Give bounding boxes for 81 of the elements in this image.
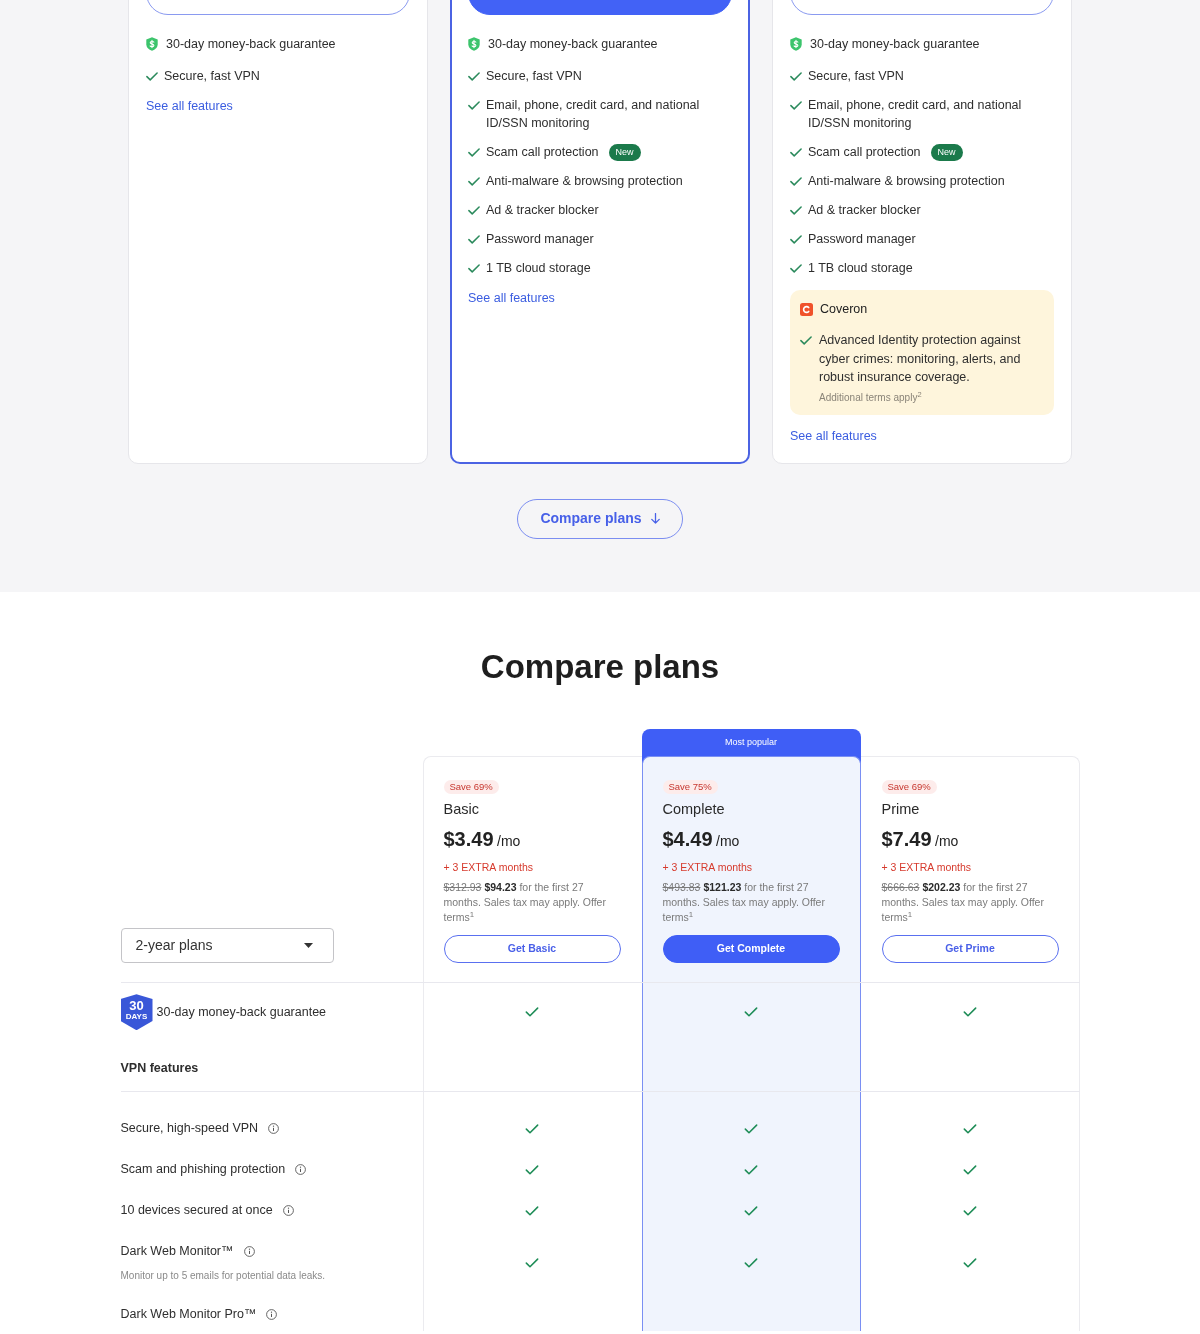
row-label: 10 devices secured at once (120, 1202, 273, 1220)
guarantee-text: 30-day money-back guarantee (166, 36, 336, 53)
period-select[interactable]: 2-year plans (120, 928, 334, 964)
info-icon[interactable] (268, 1123, 280, 1135)
see-all-features-link[interactable]: See all features (146, 97, 233, 115)
check-icon (468, 71, 480, 81)
shield-icon (468, 37, 480, 51)
check-icon (800, 335, 812, 345)
addon-name: Coveron (820, 301, 868, 318)
get-plan-button[interactable]: Get Complete (662, 935, 840, 964)
section-heading: VPN features (120, 1059, 200, 1077)
guarantee-text: 30-day money-back guarantee (810, 36, 980, 53)
see-all-features-link[interactable]: See all features (468, 289, 555, 307)
feature-text: 1 TB cloud storage (486, 260, 591, 277)
check-icon (790, 71, 802, 81)
check-icon (790, 100, 802, 110)
feature-text: Anti-malware & browsing protection (486, 173, 683, 190)
plan-price: $7.49 /mo (881, 827, 960, 853)
row-note: Monitor up to 5 emails for potential data leaks. (120, 1269, 327, 1284)
row-label: Dark Web Monitor™ (120, 1243, 234, 1261)
check-icon (790, 205, 802, 215)
check-icon (790, 147, 802, 157)
arrow-down-icon (650, 513, 660, 524)
extra-months-text: + 3 EXTRA months (662, 860, 754, 875)
check-icon (468, 234, 480, 244)
feature-text: Email, phone, credit card, and national ID/SSN monitoring (808, 97, 1023, 132)
new-badge: New (930, 143, 963, 161)
extra-months-text: + 3 EXTRA months (881, 860, 973, 875)
info-icon[interactable] (266, 1309, 278, 1321)
check-icon (468, 147, 480, 157)
shield-icon (790, 37, 802, 51)
new-badge: New (608, 143, 641, 161)
feature-text: Anti-malware & browsing protection (808, 173, 1005, 190)
row-label: 30-day money-back guarantee (156, 1003, 327, 1021)
feature-text: Secure, fast VPN (164, 68, 260, 85)
info-icon[interactable] (282, 1205, 294, 1217)
plan-name: Complete (662, 800, 726, 819)
feature-text: Password manager (808, 231, 916, 248)
extra-months-text: + 3 EXTRA months (443, 860, 535, 875)
info-icon[interactable] (295, 1164, 307, 1176)
price-terms: $666.63 $202.23 for the first 27 months. Sales tax may apply. Offer terms$^{1}$ (881, 880, 1045, 926)
feature-text: Ad & tracker blocker (808, 202, 921, 219)
check-icon (468, 100, 480, 110)
row-label: Scam and phishing protection (120, 1161, 286, 1179)
discount-badge: Save 69% (443, 779, 499, 794)
plan-name: Prime (881, 800, 921, 819)
addon-feature-text: Advanced Identity protection against cyber crimes: monitoring, alerts, and robust insurance coverage. (819, 332, 1022, 386)
feature-text: Password manager (486, 231, 594, 248)
plan-price: $3.49 /mo (443, 827, 522, 853)
feature-text: Scam call protection (808, 144, 921, 161)
price-terms: $493.83 $121.23 for the first 27 months. Sales tax may apply. Offer terms$^{1}$ (662, 880, 826, 926)
get-plan-button[interactable]: Get Prime (881, 935, 1059, 964)
discount-badge: Save 69% (881, 779, 937, 794)
check-icon (790, 263, 802, 273)
check-icon (468, 205, 480, 215)
check-icon (790, 176, 802, 186)
terms-note: Additional terms apply$^{2}$ (819, 390, 923, 405)
guarantee-badge: 30 DAYS (120, 994, 153, 1031)
check-icon (790, 234, 802, 244)
row-label: Secure, high-speed VPN (120, 1120, 259, 1138)
shield-icon (146, 37, 158, 51)
section-title: Compare plans (480, 646, 720, 687)
plan-name: Basic (443, 800, 480, 819)
plan-price: $4.49 /mo (662, 827, 741, 853)
feature-text: Email, phone, credit card, and national ID/SSN monitoring (486, 97, 701, 132)
info-icon[interactable] (243, 1246, 255, 1258)
row-label: Dark Web Monitor Pro™ (120, 1306, 257, 1324)
feature-text: Ad & tracker blocker (486, 202, 599, 219)
check-icon (146, 71, 158, 81)
feature-text: 1 TB cloud storage (808, 260, 913, 277)
guarantee-text: 30-day money-back guarantee (488, 36, 658, 53)
caret-icon (303, 943, 313, 949)
check-icon (468, 176, 480, 186)
feature-text: Scam call protection (486, 144, 599, 161)
get-plan-button[interactable]: Get Basic (443, 935, 621, 964)
feature-text: Secure, fast VPN (486, 68, 582, 85)
check-icon (468, 263, 480, 273)
see-all-features-link[interactable]: See all features (790, 426, 877, 445)
price-terms: $312.93 $94.23 for the first 27 months. Sales tax may apply. Offer terms$^{1}$ (443, 880, 607, 926)
feature-text: Secure, fast VPN (808, 68, 904, 85)
logo-icon (800, 302, 813, 316)
